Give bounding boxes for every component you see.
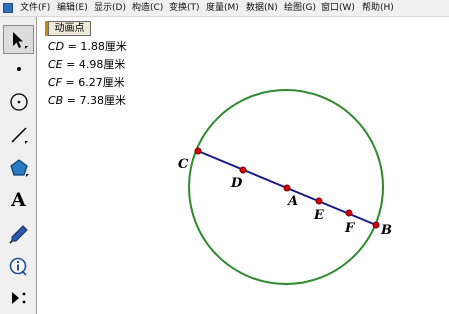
menu-construct[interactable]: 构造(C) — [132, 3, 163, 14]
straightedge-icon — [10, 126, 28, 144]
arrow-select-icon — [12, 31, 28, 49]
custom-tools-icon — [11, 291, 25, 304]
menu-data[interactable]: 数据(N) — [246, 3, 278, 14]
tool-select[interactable] — [3, 25, 34, 54]
geometry-figure: C D A E F B — [178, 89, 392, 285]
tool-polygon[interactable] — [3, 153, 34, 182]
tool-point[interactable] — [3, 54, 34, 83]
app-icon[interactable] — [3, 3, 13, 13]
point-b[interactable] — [372, 221, 380, 229]
menu-bar: 文件(F) 编辑(E) 显示(D) 构造(C) 变换(T) 度量(M) 数据(N… — [0, 0, 449, 17]
menu-graph[interactable]: 绘图(G) — [284, 3, 316, 14]
tool-custom[interactable] — [3, 283, 34, 312]
polygon-icon — [9, 158, 29, 177]
point-icon — [16, 66, 21, 71]
menu-help[interactable]: 帮助(H) — [362, 3, 394, 14]
text-icon: A — [11, 189, 26, 211]
menu-transform[interactable]: 变换(T) — [169, 3, 200, 14]
label-b[interactable]: B — [380, 223, 392, 238]
point-f[interactable] — [345, 209, 353, 217]
label-e[interactable]: E — [313, 208, 325, 223]
tool-marker[interactable] — [3, 219, 34, 248]
marker-pen-icon — [8, 224, 28, 244]
label-f[interactable]: F — [344, 221, 355, 236]
menu-measure[interactable]: 度量(M) — [206, 3, 239, 14]
point-e[interactable] — [315, 197, 323, 205]
tool-information[interactable] — [3, 252, 34, 281]
tool-compass[interactable] — [3, 87, 34, 116]
sketch-canvas[interactable]: 动画点 CD = 1.88厘米 CE = 4.98厘米 CF = 6.27厘米 … — [37, 17, 449, 314]
label-a[interactable]: A — [286, 194, 298, 209]
compass-circle-icon — [9, 92, 28, 111]
label-c[interactable]: C — [178, 157, 189, 172]
point-d[interactable] — [239, 166, 247, 174]
tool-text[interactable]: A — [3, 186, 34, 215]
menu-window[interactable]: 窗口(W) — [321, 3, 355, 14]
toolbox: A — [0, 17, 37, 314]
menu-display[interactable]: 显示(D) — [94, 3, 126, 14]
point-a[interactable] — [283, 184, 291, 192]
information-icon — [9, 257, 27, 276]
tool-straightedge[interactable] — [3, 120, 34, 149]
menu-edit[interactable]: 编辑(E) — [57, 3, 88, 14]
point-c[interactable] — [194, 147, 202, 155]
label-d[interactable]: D — [230, 176, 243, 191]
menu-file[interactable]: 文件(F) — [20, 3, 50, 14]
